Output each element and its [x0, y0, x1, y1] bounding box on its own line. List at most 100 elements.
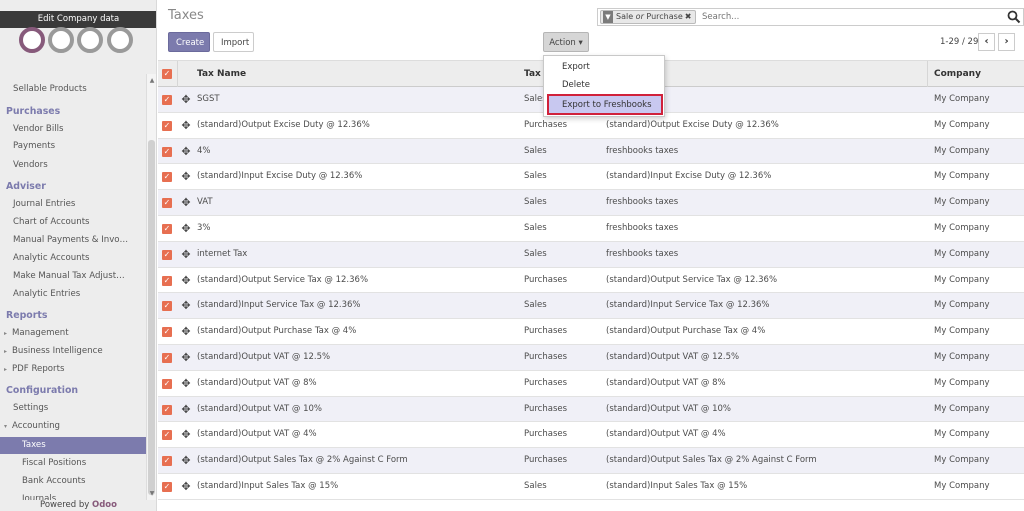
- row-checkbox[interactable]: ✓: [162, 327, 172, 338]
- drag-handle-icon[interactable]: ✥: [180, 474, 192, 499]
- sidebar-item-taxes[interactable]: Taxes: [0, 437, 146, 454]
- drag-handle-icon[interactable]: ✥: [180, 190, 192, 215]
- cell-description: (standard)Input Excise Duty @ 12.36%: [606, 171, 772, 182]
- sidebar-item-make-manual-tax-adjust[interactable]: Make Manual Tax Adjust…: [0, 268, 146, 285]
- table-row[interactable]: ✓ ✥ (standard)Input Excise Duty @ 12.36% Sa…: [158, 164, 1024, 191]
- table-row[interactable]: ✓ ✥ (standard)Output Purchase Tax @ 4% Purc…: [158, 319, 1024, 345]
- row-checkbox[interactable]: ✓: [162, 353, 172, 363]
- search-icon[interactable]: [1007, 10, 1021, 24]
- odoo-link[interactable]: Odoo: [92, 500, 117, 510]
- column-header-tax-name[interactable]: Tax Name: [197, 61, 246, 87]
- row-checkbox[interactable]: ✓: [162, 198, 172, 209]
- drag-handle-icon[interactable]: ✥: [180, 345, 192, 370]
- select-all-checkbox[interactable]: ✓: [162, 69, 172, 79]
- row-checkbox[interactable]: ✓: [162, 430, 172, 441]
- row-checkbox[interactable]: ✓: [162, 301, 172, 312]
- table-row[interactable]: ✓ ✥ 4% Sales freshbooks taxes My Company: [158, 138, 1024, 165]
- pager-value[interactable]: 1-29 / 29: [940, 37, 978, 47]
- scrollbar-thumb[interactable]: [148, 140, 155, 495]
- cell-description: (standard)Output VAT @ 10%: [606, 403, 731, 414]
- row-checkbox[interactable]: ✓: [162, 120, 172, 131]
- edit-company-button[interactable]: Edit Company data: [0, 11, 156, 28]
- menu-section-purchases[interactable]: Purchases: [0, 103, 146, 120]
- table-row[interactable]: ✓ ✥ 3% Sales freshbooks taxes My Company: [158, 216, 1024, 242]
- pager-next-button[interactable]: ›: [998, 33, 1015, 51]
- sidebar-scrollbar[interactable]: ▲ ▼: [146, 74, 156, 500]
- sidebar: Edit Company data Sellable Products Purch…: [0, 0, 157, 511]
- sidebar-item-sellable-products[interactable]: Sellable Products: [0, 81, 146, 98]
- search-input[interactable]: [700, 9, 1000, 25]
- table-row[interactable]: ✓ ✥ (standard)Output VAT @ 10% Purchases (st…: [158, 396, 1024, 423]
- search-facet[interactable]: ▼ Sale or Purchase ✖: [600, 10, 697, 24]
- drag-handle-icon[interactable]: ✥: [180, 87, 192, 112]
- table-row[interactable]: ✓ ✥ (standard)Output VAT @ 12.5% Purchases (…: [158, 345, 1024, 371]
- sidebar-item-pdf-reports[interactable]: ▸ PDF Reports: [0, 361, 146, 378]
- export-menu-item[interactable]: Export: [544, 59, 666, 76]
- drag-handle-icon[interactable]: ✥: [180, 293, 192, 318]
- sidebar-item-management[interactable]: ▸ Management: [0, 325, 146, 342]
- cell-company: My Company: [934, 248, 990, 259]
- drag-handle-icon[interactable]: ✥: [180, 216, 192, 241]
- row-checkbox[interactable]: ✓: [162, 249, 172, 260]
- row-checkbox[interactable]: ✓: [162, 482, 172, 492]
- drag-handle-icon[interactable]: ✥: [180, 448, 192, 473]
- table-row[interactable]: ✓ ✥ (standard)Output VAT @ 8% Purchases (sta…: [158, 371, 1024, 397]
- drag-handle-icon[interactable]: ✥: [180, 164, 192, 189]
- sidebar-item-manual-payments-invo[interactable]: Manual Payments & Invo…: [0, 232, 146, 249]
- row-checkbox[interactable]: ✓: [162, 224, 172, 234]
- table-row[interactable]: ✓ ✥ (standard)Output Sales Tax @ 2% Agains…: [158, 448, 1024, 474]
- sidebar-item-accounting[interactable]: ▾ Accounting: [0, 418, 146, 435]
- scroll-down-icon[interactable]: ▼: [148, 490, 156, 498]
- row-checkbox[interactable]: ✓: [162, 172, 172, 183]
- row-checkbox[interactable]: ✓: [162, 146, 172, 157]
- menu-section-configuration[interactable]: Configuration: [0, 382, 146, 399]
- drag-handle-icon[interactable]: ✥: [180, 397, 192, 422]
- sidebar-item-chart-of-accounts[interactable]: Chart of Accounts: [0, 214, 146, 231]
- sidebar-item-vendor-bills[interactable]: Vendor Bills: [0, 121, 146, 138]
- drag-handle-icon[interactable]: ✥: [180, 242, 192, 267]
- column-header-company[interactable]: Company: [934, 61, 981, 87]
- sidebar-item-journal-entries[interactable]: Journal Entries: [0, 196, 146, 213]
- action-dropdown: Export Delete Export to Freshbooks: [543, 55, 665, 117]
- facet-remove-icon[interactable]: ✖: [685, 12, 692, 21]
- action-button[interactable]: Action ▾: [543, 32, 589, 52]
- drag-handle-icon[interactable]: ✥: [180, 113, 192, 138]
- menu-section-reports[interactable]: Reports: [0, 307, 146, 324]
- menu-section-adviser[interactable]: Adviser: [0, 178, 146, 195]
- create-button[interactable]: Create: [168, 32, 210, 52]
- sidebar-item-label: Journal Entries: [13, 199, 76, 209]
- cell-tax-scope: Sales: [524, 223, 547, 233]
- row-checkbox[interactable]: ✓: [162, 378, 172, 389]
- table-row[interactable]: ✓ ✥ VAT Sales freshbooks taxes My Company: [158, 190, 1024, 216]
- sidebar-item-analytic-accounts[interactable]: Analytic Accounts: [0, 250, 146, 267]
- sidebar-item-analytic-entries[interactable]: Analytic Entries: [0, 286, 146, 303]
- drag-handle-icon[interactable]: ✥: [180, 422, 192, 447]
- drag-handle-icon[interactable]: ✥: [180, 371, 192, 396]
- sidebar-item-business-intelligence[interactable]: ▸ Business Intelligence: [0, 343, 146, 360]
- drag-handle-icon[interactable]: ✥: [180, 139, 192, 164]
- delete-menu-item[interactable]: Delete: [544, 77, 666, 94]
- row-checkbox[interactable]: ✓: [162, 404, 172, 415]
- drag-handle-icon[interactable]: ✥: [180, 319, 192, 344]
- pager-previous-button[interactable]: ‹: [978, 33, 995, 51]
- export-to-freshbooks-menu-item[interactable]: Export to Freshbooks: [547, 94, 663, 115]
- scroll-up-icon[interactable]: ▲: [148, 77, 156, 85]
- table-row[interactable]: ✓ ✥ (standard)Input Sales Tax @ 15% Sales (s…: [158, 474, 1024, 500]
- row-checkbox[interactable]: ✓: [162, 95, 172, 105]
- sidebar-item-settings[interactable]: Settings: [0, 400, 146, 417]
- row-checkbox[interactable]: ✓: [162, 275, 172, 286]
- drag-handle-icon[interactable]: ✥: [180, 268, 192, 293]
- table-row[interactable]: ✓ ✥ (standard)Input Service Tax @ 12.36% Sa…: [158, 293, 1024, 320]
- sidebar-item-fiscal-positions[interactable]: Fiscal Positions: [0, 455, 146, 472]
- row-checkbox[interactable]: ✓: [162, 456, 172, 467]
- odoo-logo[interactable]: [19, 27, 139, 55]
- table-row[interactable]: ✓ ✥ internet Tax Sales freshbooks taxes My Co…: [158, 241, 1024, 268]
- cell-tax-scope: Purchases: [524, 455, 568, 466]
- powered-by: Powered by Odoo: [0, 500, 156, 511]
- sidebar-item-bank-accounts[interactable]: Bank Accounts: [0, 473, 146, 490]
- sidebar-item-vendors[interactable]: Vendors: [0, 157, 146, 174]
- table-row[interactable]: ✓ ✥ (standard)Output Service Tax @ 12.36% P…: [158, 268, 1024, 294]
- sidebar-item-payments[interactable]: Payments: [0, 138, 146, 155]
- import-button[interactable]: Import: [213, 32, 254, 52]
- table-row[interactable]: ✓ ✥ (standard)Output VAT @ 4% Purchases (sta…: [158, 422, 1024, 449]
